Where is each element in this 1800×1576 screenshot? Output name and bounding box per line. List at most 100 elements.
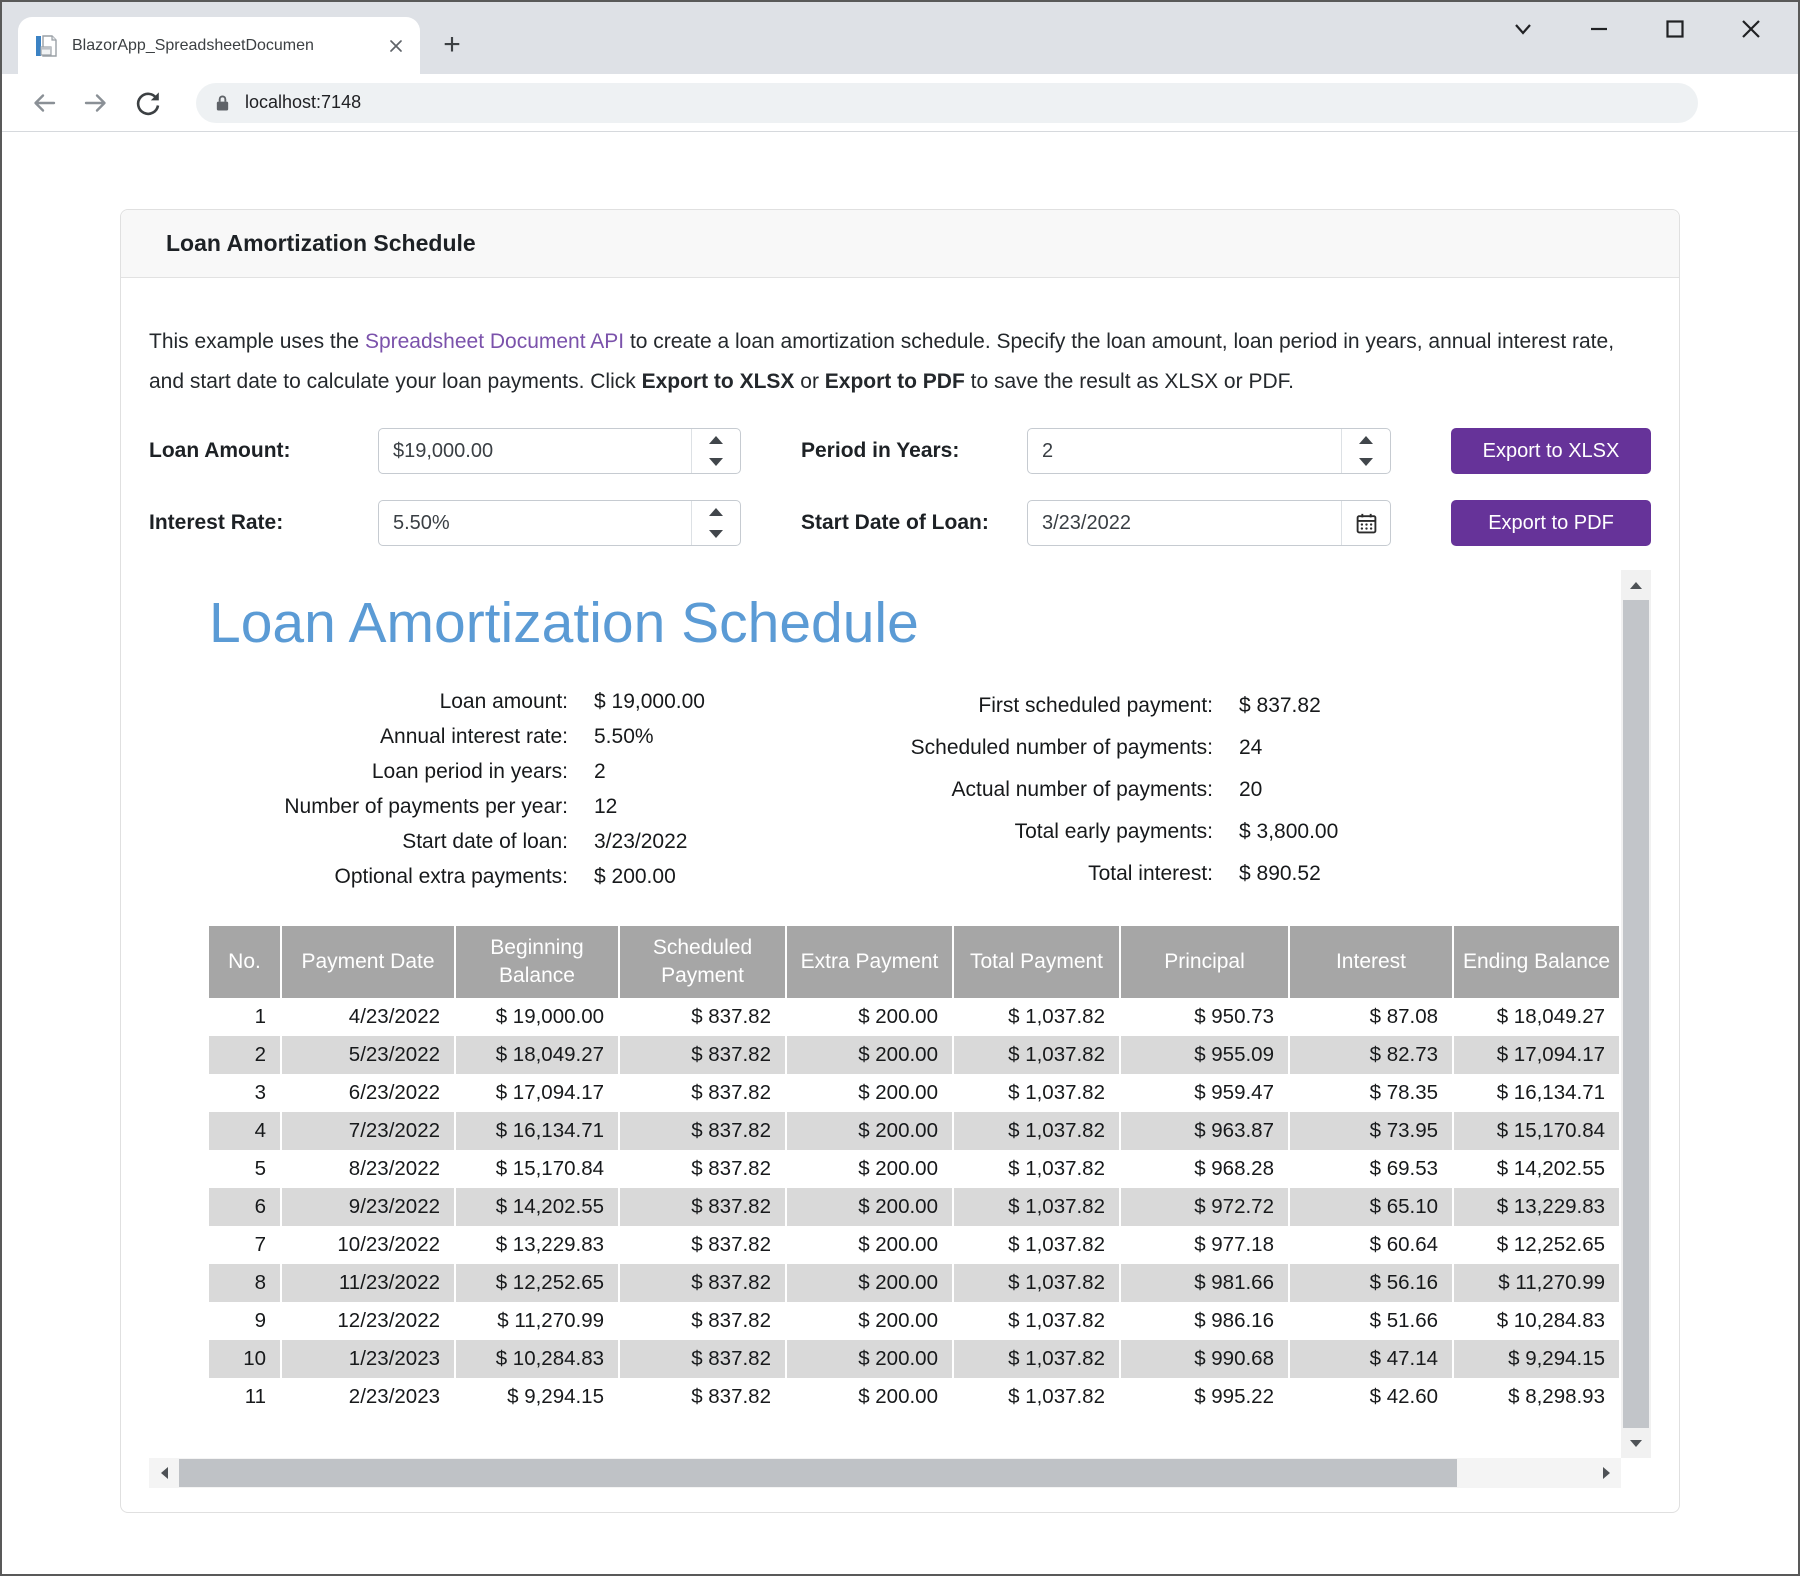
export-xlsx-button[interactable]: Export to XLSX [1451,428,1651,474]
table-cell: $ 13,229.83 [455,1226,619,1264]
table-row: 36/23/2022$ 17,094.17$ 837.82$ 200.00$ 1… [209,1074,1619,1112]
period-label: Period in Years: [801,439,1027,463]
table-cell: $ 17,094.17 [455,1074,619,1112]
url-bar[interactable]: localhost:7148 [196,83,1698,123]
export-pdf-button[interactable]: Export to PDF [1451,500,1651,546]
scroll-right-button[interactable] [1591,1458,1621,1488]
sheet-summary: Loan amount:$ 19,000.00Annual interest r… [209,684,1621,894]
table-cell: $ 13,229.83 [1453,1188,1619,1226]
scroll-down-button[interactable] [1621,1428,1651,1458]
table-cell: $ 200.00 [786,1188,953,1226]
table-cell: $ 200.00 [786,998,953,1036]
description-segment: to save the result as XLSX or PDF. [965,370,1294,393]
table-cell: 2/23/2023 [281,1378,455,1416]
loan-amount-value: $19,000.00 [379,429,691,473]
interest-rate-spin-down[interactable] [692,523,740,545]
scroll-left-button[interactable] [149,1458,179,1488]
summary-row: Start date of loan:3/23/2022 [209,824,764,859]
vertical-scrollbar-thumb[interactable] [1623,600,1649,1428]
table-cell: $ 69.53 [1289,1150,1453,1188]
summary-row: Actual number of payments:20 [764,768,1389,810]
new-tab-button[interactable]: + [434,27,470,63]
tab-search-chevron-icon[interactable] [1510,16,1536,42]
lock-icon[interactable] [214,93,231,113]
table-row: 25/23/2022$ 18,049.27$ 837.82$ 200.00$ 1… [209,1036,1619,1074]
loan-amount-spinner [691,429,740,473]
interest-rate-input[interactable]: 5.50% [378,500,741,546]
start-date-value: 3/23/2022 [1028,501,1341,545]
table-row: 112/23/2023$ 9,294.15$ 837.82$ 200.00$ 1… [209,1378,1619,1416]
summary-row: Scheduled number of payments:24 [764,726,1389,768]
table-header-cell: Payment Date [281,926,455,998]
forward-button[interactable] [76,83,116,123]
table-cell: 11 [209,1378,281,1416]
table-cell: $ 78.35 [1289,1074,1453,1112]
table-cell: $ 1,037.82 [953,1150,1120,1188]
horizontal-scrollbar[interactable] [149,1458,1621,1488]
table-cell: $ 14,202.55 [455,1188,619,1226]
url-text: localhost:7148 [245,92,361,113]
page-content: Loan Amortization Schedule This example … [2,132,1798,1513]
table-cell: $ 955.09 [1120,1036,1289,1074]
loan-amount-input[interactable]: $19,000.00 [378,428,741,474]
table-cell: $ 1,037.82 [953,1036,1120,1074]
table-cell: $ 963.87 [1120,1112,1289,1150]
period-value: 2 [1028,429,1341,473]
loan-amount-spin-up[interactable] [692,429,740,451]
table-cell: $ 950.73 [1120,998,1289,1036]
back-button[interactable] [24,83,64,123]
table-cell: $ 972.72 [1120,1188,1289,1226]
table-cell: $ 11,270.99 [455,1302,619,1340]
summary-value: $ 890.52 [1239,852,1389,894]
browser-tab[interactable]: BlazorApp_SpreadsheetDocumen [18,17,420,74]
minimize-button[interactable] [1586,16,1612,42]
interest-rate-spin-up[interactable] [692,501,740,523]
table-cell: $ 1,037.82 [953,1340,1120,1378]
period-spin-down[interactable] [1342,451,1390,473]
table-header-cell: Interest [1289,926,1453,998]
close-window-button[interactable] [1738,16,1764,42]
loan-form: Loan Amount: $19,000.00 Period in Years:… [149,428,1651,546]
period-spinner [1341,429,1390,473]
calendar-button[interactable] [1341,501,1390,545]
summary-value: 24 [1239,726,1389,768]
table-cell: $ 9,294.15 [1453,1340,1619,1378]
table-cell: 3 [209,1074,281,1112]
table-header-cell: Ending Balance [1453,926,1619,998]
summary-row: Total interest:$ 890.52 [764,852,1389,894]
summary-label: Total early payments: [764,810,1239,852]
table-cell: $ 56.16 [1289,1264,1453,1302]
table-header-row: No.Payment DateBeginning BalanceSchedule… [209,926,1619,998]
table-cell: $ 1,037.82 [953,1112,1120,1150]
card-title: Loan Amortization Schedule [121,210,1679,278]
summary-value: $ 837.82 [1239,684,1389,726]
table-cell: 12/23/2022 [281,1302,455,1340]
chevron-down-icon [709,458,723,466]
triangle-down-icon [1630,1440,1642,1447]
spreadsheet-api-link[interactable]: Spreadsheet Document API [365,330,624,353]
interest-rate-value: 5.50% [379,501,691,545]
tab-close-icon[interactable] [382,32,410,60]
table-row: 58/23/2022$ 15,170.84$ 837.82$ 200.00$ 1… [209,1150,1619,1188]
horizontal-scrollbar-thumb[interactable] [179,1459,1457,1487]
table-cell: $ 986.16 [1120,1302,1289,1340]
vertical-scrollbar[interactable] [1621,570,1651,1458]
scroll-up-button[interactable] [1621,570,1651,600]
calendar-icon [1355,512,1378,535]
table-row: 69/23/2022$ 14,202.55$ 837.82$ 200.00$ 1… [209,1188,1619,1226]
maximize-button[interactable] [1662,16,1688,42]
summary-value: 3/23/2022 [594,824,764,859]
demo-card: Loan Amortization Schedule This example … [120,209,1680,1513]
table-cell: $ 1,037.82 [953,1264,1120,1302]
table-cell: 5 [209,1150,281,1188]
reload-button[interactable] [128,83,168,123]
table-cell: $ 959.47 [1120,1074,1289,1112]
summary-label: Loan period in years: [209,754,594,789]
start-date-input[interactable]: 3/23/2022 [1027,500,1391,546]
period-input[interactable]: 2 [1027,428,1391,474]
summary-value: $ 200.00 [594,859,764,894]
table-cell: 5/23/2022 [281,1036,455,1074]
table-cell: $ 73.95 [1289,1112,1453,1150]
period-spin-up[interactable] [1342,429,1390,451]
loan-amount-spin-down[interactable] [692,451,740,473]
